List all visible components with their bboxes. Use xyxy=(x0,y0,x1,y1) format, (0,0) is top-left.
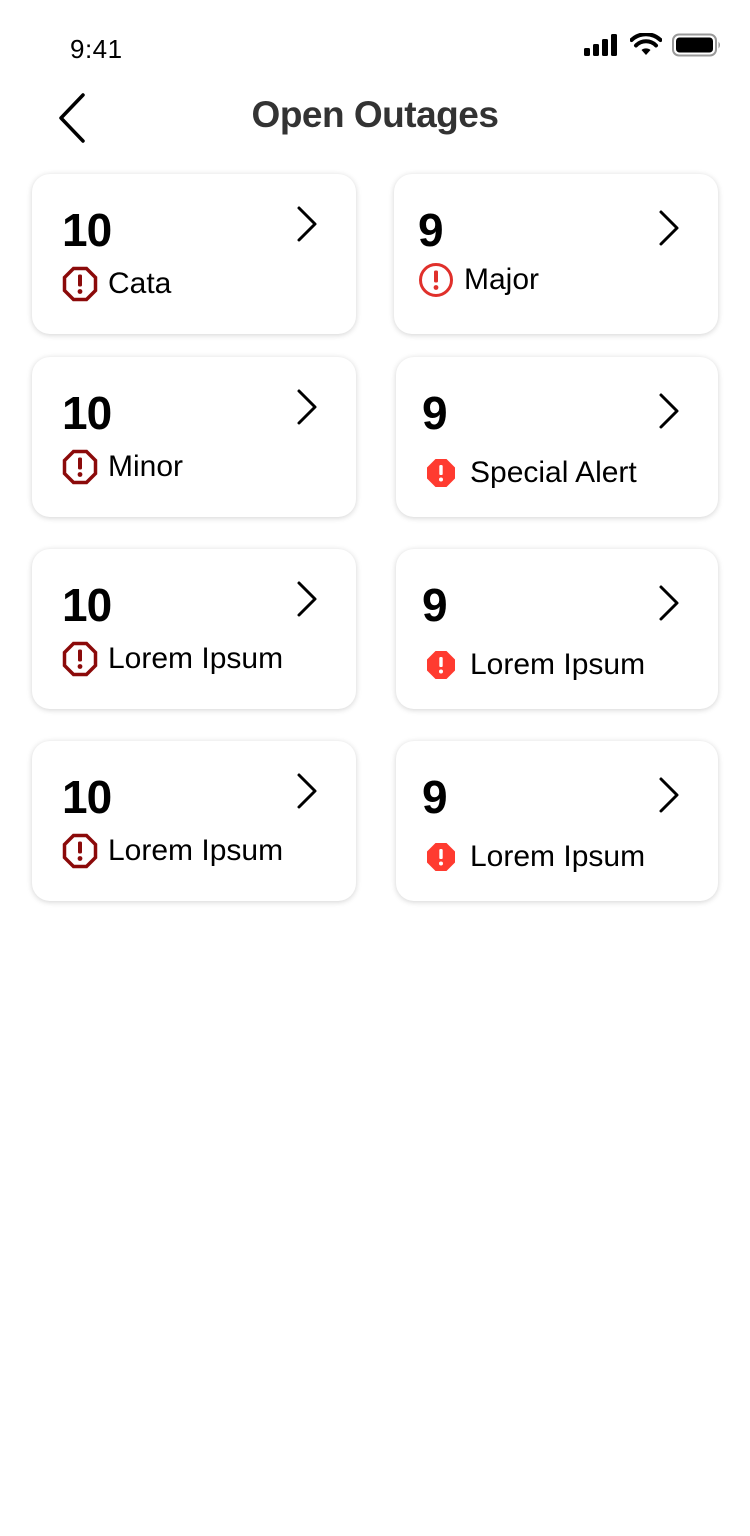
severity-text: Cata xyxy=(108,267,172,300)
outage-card-minor[interactable]: 10 Minor xyxy=(32,357,356,517)
severity-text: Major xyxy=(464,263,540,296)
outage-count: 10 xyxy=(62,771,112,823)
wifi-icon xyxy=(630,33,662,55)
battery-icon xyxy=(672,33,720,57)
octagon-alert-outline-icon xyxy=(62,266,98,302)
chevron-right-icon xyxy=(659,210,679,246)
chevron-right-icon xyxy=(297,389,317,425)
outage-card-lorem-1[interactable]: 10 Lorem Ipsum xyxy=(32,549,356,709)
severity-text: Lorem Ipsum xyxy=(108,642,284,675)
outage-card-lorem-4[interactable]: 9 Lorem Ipsum xyxy=(396,741,718,901)
outage-count: 9 xyxy=(422,771,448,823)
outage-card-special-alert[interactable]: 9 Special Alert xyxy=(396,357,718,517)
outage-card-lorem-3[interactable]: 10 Lorem Ipsum xyxy=(32,741,356,901)
outage-severity-label: Lorem Ipsum xyxy=(62,641,283,677)
outage-severity-label: Lorem Ipsum xyxy=(62,833,283,869)
outage-count: 9 xyxy=(422,387,448,439)
outage-severity-label: Special Alert xyxy=(426,455,637,491)
page-title: Open Outages xyxy=(251,94,499,135)
status-icons xyxy=(584,33,722,57)
circle-alert-outline-icon xyxy=(419,263,453,297)
octagon-alert-filled-icon xyxy=(427,459,455,487)
chevron-right-icon xyxy=(297,206,317,242)
outage-count: 9 xyxy=(418,204,444,256)
severity-text: Lorem Ipsum xyxy=(470,840,646,873)
outage-card-lorem-2[interactable]: 9 Lorem Ipsum xyxy=(396,549,718,709)
octagon-alert-filled-icon xyxy=(427,843,455,871)
severity-text: Lorem Ipsum xyxy=(470,648,646,681)
chevron-right-icon xyxy=(297,581,317,617)
outage-count: 10 xyxy=(62,387,112,439)
octagon-alert-outline-icon xyxy=(62,449,98,485)
header: Open Outages xyxy=(0,88,750,158)
outage-count: 9 xyxy=(422,579,448,631)
outage-card-major[interactable]: 9 Major xyxy=(394,174,718,334)
chevron-right-icon xyxy=(659,585,679,621)
outage-card-cata[interactable]: 10 Cata xyxy=(32,174,356,334)
severity-text: Lorem Ipsum xyxy=(108,834,284,867)
outage-severity-label: Lorem Ipsum xyxy=(426,647,645,683)
octagon-alert-outline-icon xyxy=(62,833,98,869)
chevron-right-icon xyxy=(297,773,317,809)
chevron-right-icon xyxy=(659,777,679,813)
outage-severity-label: Major xyxy=(418,262,539,298)
chevron-right-icon xyxy=(659,393,679,429)
octagon-alert-filled-icon xyxy=(427,651,455,679)
octagon-alert-outline-icon xyxy=(62,641,98,677)
status-time: 9:41 xyxy=(70,34,123,64)
outage-severity-label: Minor xyxy=(62,449,183,485)
outage-severity-label: Cata xyxy=(62,266,171,302)
outage-count: 10 xyxy=(62,204,112,256)
severity-text: Special Alert xyxy=(470,456,637,489)
outage-severity-label: Lorem Ipsum xyxy=(426,839,645,875)
outage-count: 10 xyxy=(62,579,112,631)
severity-text: Minor xyxy=(108,450,184,483)
cellular-signal-icon xyxy=(584,34,617,56)
status-bar: 9:41 xyxy=(0,0,750,88)
